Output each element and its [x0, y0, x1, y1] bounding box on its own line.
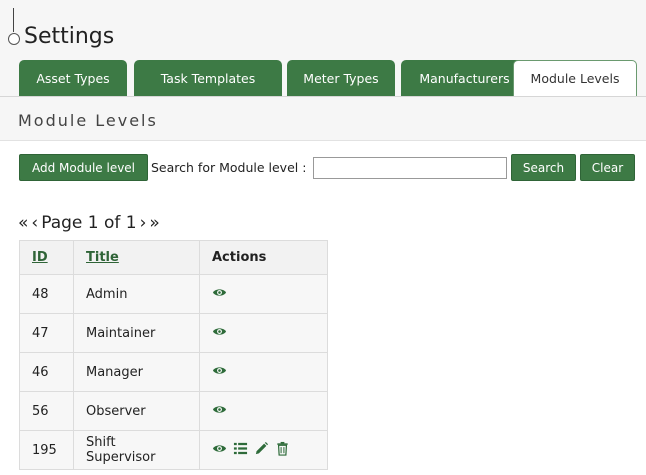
title-connector-line: [13, 8, 14, 32]
page-indicator: Page 1 of 1: [41, 213, 137, 233]
list-icon[interactable]: [233, 441, 248, 460]
row-actions-cell: [199, 430, 328, 470]
view-icon[interactable]: [212, 324, 227, 343]
table-header-row: ID Title Actions: [19, 240, 328, 275]
delete-icon[interactable]: [275, 441, 290, 460]
row-id-cell: 195: [19, 430, 74, 470]
module-levels-table: ID Title Actions 48 Admin 47 Maintainer 46 Ma…: [19, 240, 328, 470]
prev-page-icon[interactable]: ‹: [31, 213, 38, 233]
table-row: 195 Shift Supervisor: [19, 430, 328, 470]
title-marker-icon: [8, 33, 20, 45]
view-icon[interactable]: [212, 441, 227, 460]
page-title: Settings: [24, 24, 115, 49]
row-title-cell: Shift Supervisor: [73, 430, 200, 470]
section-title: Module Levels: [18, 111, 158, 130]
row-id-cell: 56: [19, 391, 74, 431]
tab-module-levels[interactable]: Module Levels: [513, 60, 637, 96]
search-input[interactable]: [313, 157, 507, 179]
row-actions-cell: [199, 274, 328, 314]
row-actions: [212, 441, 315, 460]
row-actions-cell: [199, 391, 328, 431]
first-page-icon[interactable]: «: [18, 213, 28, 233]
row-actions: [212, 402, 315, 421]
tab-meter-types[interactable]: Meter Types: [287, 60, 395, 96]
clear-button[interactable]: Clear: [580, 154, 635, 181]
table-row: 48 Admin: [19, 274, 328, 314]
view-icon[interactable]: [212, 363, 227, 382]
actions-column-header: Actions: [199, 240, 328, 275]
sort-by-id-link[interactable]: ID: [32, 250, 48, 265]
edit-icon[interactable]: [254, 441, 269, 460]
row-actions: [212, 324, 315, 343]
tab-asset-types[interactable]: Asset Types: [19, 60, 127, 96]
last-page-icon[interactable]: »: [149, 213, 159, 233]
row-actions: [212, 363, 315, 382]
sort-by-title-link[interactable]: Title: [86, 250, 119, 265]
row-id-cell: 46: [19, 352, 74, 392]
row-title-cell: Manager: [73, 352, 200, 392]
row-id-cell: 47: [19, 313, 74, 353]
row-actions-cell: [199, 352, 328, 392]
table-row: 47 Maintainer: [19, 313, 328, 353]
table-row: 46 Manager: [19, 352, 328, 392]
row-title-cell: Admin: [73, 274, 200, 314]
table-row: 56 Observer: [19, 391, 328, 431]
pagination: « ‹ Page 1 of 1 › »: [18, 213, 160, 233]
row-title-cell: Observer: [73, 391, 200, 431]
id-column-header: ID: [19, 240, 74, 275]
next-page-icon[interactable]: ›: [140, 213, 147, 233]
view-icon[interactable]: [212, 285, 227, 304]
search-label: Search for Module level :: [151, 160, 307, 175]
search-button[interactable]: Search: [511, 154, 576, 181]
row-actions-cell: [199, 313, 328, 353]
row-actions: [212, 285, 315, 304]
tab-manufacturers[interactable]: Manufacturers: [401, 60, 528, 96]
add-module-level-button[interactable]: Add Module level: [19, 154, 148, 181]
tab-task-templates[interactable]: Task Templates: [134, 60, 282, 96]
title-column-header: Title: [73, 240, 200, 275]
view-icon[interactable]: [212, 402, 227, 421]
row-id-cell: 48: [19, 274, 74, 314]
row-title-cell: Maintainer: [73, 313, 200, 353]
